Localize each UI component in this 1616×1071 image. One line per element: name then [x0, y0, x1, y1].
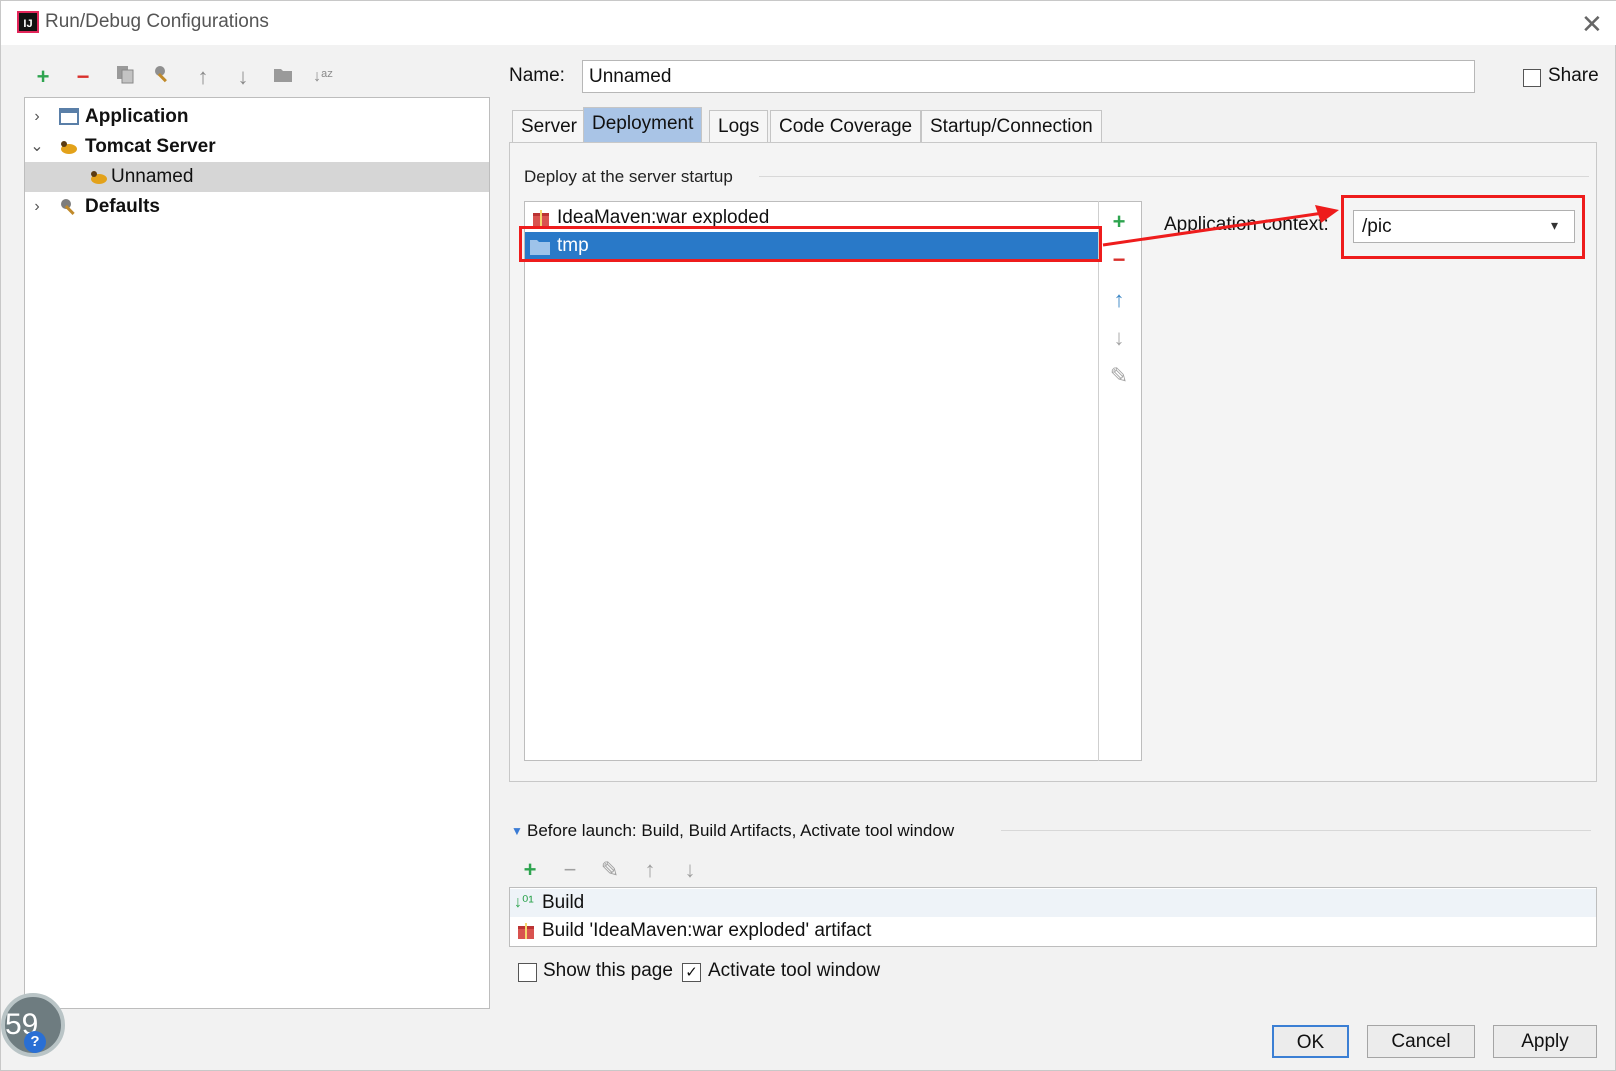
build-icon: ↓⁰¹ [514, 894, 534, 911]
deploy-side-toolbar [1098, 201, 1143, 761]
annotation-arrow [1102, 205, 1339, 247]
move-down-icon[interactable]: ↓ [229, 63, 257, 91]
before-launch-list: ↓⁰¹ Build Build 'IdeaMaven:war exploded'… [509, 887, 1597, 947]
tab-startup-connection[interactable]: Startup/Connection [921, 110, 1102, 142]
tree-item-defaults[interactable]: › Defaults [25, 192, 489, 222]
annotation-highlight-tmp [519, 226, 1102, 262]
move-up-icon[interactable]: ↑ [637, 857, 663, 883]
sort-icon[interactable]: ↓ᵃᶻ [309, 63, 337, 91]
before-launch-item-label: Build 'IdeaMaven:war exploded' artifact [542, 920, 872, 941]
tree-item-label: Unnamed [111, 166, 194, 187]
deploy-section-label: Deploy at the server startup [524, 167, 733, 186]
add-icon[interactable]: + [517, 857, 543, 883]
show-this-page-label: Show this page [543, 960, 673, 981]
run-debug-dialog: IJ Run/Debug Configurations ✕ + − ↑ ↓ ↓ᵃ… [0, 0, 1616, 1071]
remove-icon[interactable]: − [69, 63, 97, 91]
activate-tool-window-checkbox[interactable]: ✓ [682, 963, 701, 982]
tree-item-tomcat-server[interactable]: ⌄ Tomcat Server [25, 132, 489, 162]
move-down-icon[interactable]: ↓ [1106, 325, 1132, 351]
tree-item-unnamed[interactable]: Unnamed [25, 162, 489, 192]
move-down-icon[interactable]: ↓ [677, 857, 703, 883]
before-launch-label: Before launch: Build, Build Artifacts, A… [527, 821, 955, 840]
window-title: Run/Debug Configurations [45, 11, 269, 32]
section-divider [759, 176, 1589, 177]
close-icon[interactable]: ✕ [1581, 9, 1603, 40]
edit-icon[interactable]: ✎ [597, 857, 623, 883]
annotation-highlight-context [1341, 195, 1585, 259]
ok-button[interactable]: OK [1272, 1025, 1349, 1058]
before-launch-item[interactable]: Build 'IdeaMaven:war exploded' artifact [510, 917, 1596, 945]
edit-icon[interactable]: ✎ [1106, 363, 1132, 389]
before-launch-item[interactable]: ↓⁰¹ Build [510, 889, 1596, 917]
deploy-list: IdeaMaven:war exploded tmp [524, 201, 1142, 761]
cancel-button[interactable]: Cancel [1367, 1025, 1475, 1058]
chevron-down-icon[interactable]: ⌄ [27, 132, 47, 162]
before-launch-item-label: Build [542, 892, 585, 913]
edit-defaults-icon[interactable] [149, 63, 177, 91]
activate-tool-window-label: Activate tool window [708, 960, 881, 981]
chevron-right-icon[interactable]: › [27, 102, 47, 132]
name-label: Name: [509, 65, 565, 86]
tomcat-icon [59, 137, 79, 157]
intellij-app-icon: IJ [17, 11, 39, 33]
help-icon[interactable]: ? [24, 1031, 46, 1053]
tab-code-coverage[interactable]: Code Coverage [770, 110, 922, 142]
share-label: Share [1548, 65, 1599, 86]
artifact-icon [516, 921, 536, 950]
tab-logs[interactable]: Logs [709, 110, 769, 142]
configuration-tree: › Application ⌄ Tomcat Server Unnamed › … [24, 97, 490, 1009]
chevron-right-icon[interactable]: › [27, 192, 47, 222]
apply-button[interactable]: Apply [1493, 1025, 1597, 1058]
remove-icon[interactable]: − [557, 857, 583, 883]
show-this-page-checkbox[interactable] [518, 963, 537, 982]
folder-icon[interactable] [269, 63, 297, 91]
add-icon[interactable]: + [29, 63, 57, 91]
tab-deployment[interactable]: Deployment [583, 107, 703, 142]
section-divider [1001, 830, 1591, 831]
copy-icon[interactable] [111, 63, 139, 91]
tab-server[interactable]: Server [512, 110, 586, 142]
tree-item-label: Application [85, 106, 189, 127]
tree-item-label: Tomcat Server [85, 136, 216, 157]
application-icon [59, 107, 79, 127]
collapse-triangle-icon[interactable]: ▼ [511, 824, 523, 838]
move-up-icon[interactable]: ↑ [1106, 287, 1132, 313]
move-up-icon[interactable]: ↑ [189, 63, 217, 91]
tree-item-label: Defaults [85, 196, 160, 217]
tree-item-application[interactable]: › Application [25, 102, 489, 132]
name-field[interactable]: Unnamed [582, 60, 1475, 93]
tomcat-icon [89, 167, 109, 187]
share-checkbox[interactable] [1523, 69, 1541, 87]
wrench-icon [59, 197, 79, 217]
